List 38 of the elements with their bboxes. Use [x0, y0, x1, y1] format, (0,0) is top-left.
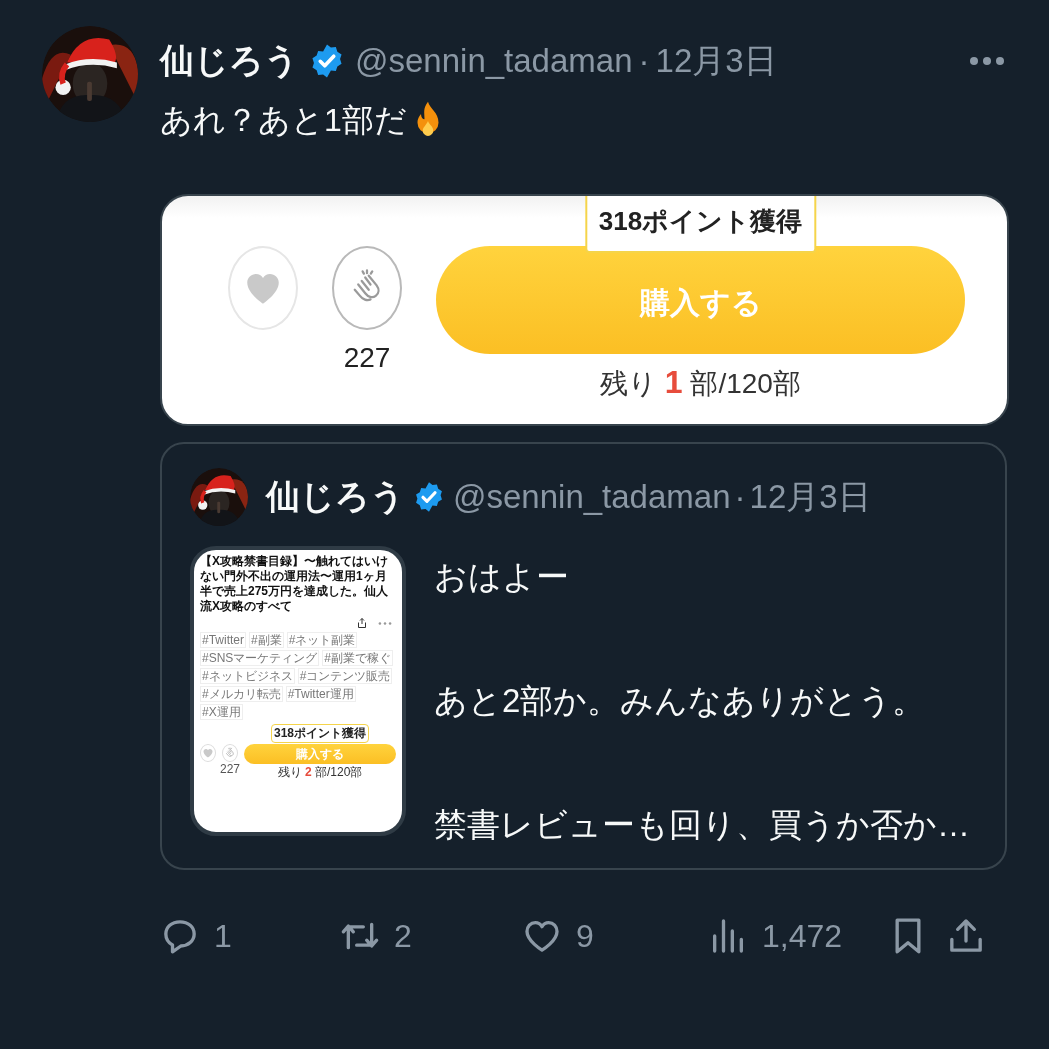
action-count: 2	[394, 917, 412, 955]
user-handle[interactable]: @sennin_tadaman	[453, 478, 731, 516]
action-count: 1,472	[762, 917, 843, 955]
clap-icon	[222, 744, 238, 762]
display-name: 仙じろう	[160, 40, 299, 81]
hashtag: #メルカリ転売	[200, 686, 283, 702]
hashtag: #SNSマーケティング	[200, 650, 320, 666]
hashtag: #ネットビジネス	[200, 668, 295, 684]
post-date[interactable]: 12月3日	[749, 474, 871, 520]
hashtag: #Twitter	[200, 632, 246, 648]
clap-count: 227	[343, 342, 391, 374]
post-date[interactable]: 12月3日	[655, 38, 777, 84]
user-handle[interactable]: @sennin_tadaman	[355, 42, 633, 80]
hashtag: #X運用	[200, 704, 243, 720]
points-tooltip: 318ポイント獲得	[584, 196, 817, 253]
share-icon	[356, 617, 368, 629]
quote-text: あと2部か。みんなありがとう。	[434, 681, 927, 721]
hashtag: #コンテンツ販売	[297, 668, 393, 684]
points-tooltip: 318ポイント獲得	[271, 724, 370, 743]
action-count: 9	[576, 917, 594, 955]
post-text: あれ？あと1部だ	[160, 101, 407, 140]
display-name: 仙じろう	[266, 476, 405, 517]
remaining-stock: 残り 2 部/120部	[277, 764, 363, 781]
hashtag: #副業で稼ぐ	[322, 650, 394, 666]
more-options-icon	[378, 621, 392, 625]
hashtag: #Twitter運用	[285, 686, 356, 702]
separator-dot: ·	[638, 42, 650, 80]
quote-text: 禁書レビューも回り、買うか否か…	[434, 805, 970, 845]
separator-dot: ·	[734, 478, 746, 516]
hashtag: #副業	[249, 632, 284, 648]
clap-count: 227	[220, 762, 241, 776]
hashtag: #ネット副業	[286, 632, 358, 648]
quote-text: おはよー	[434, 557, 570, 597]
more-options-icon[interactable]	[969, 56, 1005, 66]
article-title: 【X攻略禁書目録】〜触れてはいけない門外不出の運用法〜運用1ヶ月半で売上275万円を達成した。仙人流X攻略のすべて	[200, 554, 390, 614]
quote-card[interactable]	[160, 442, 1007, 870]
remaining-stock: 残り 1 部/120部	[600, 364, 801, 402]
action-count: 1	[214, 917, 232, 955]
